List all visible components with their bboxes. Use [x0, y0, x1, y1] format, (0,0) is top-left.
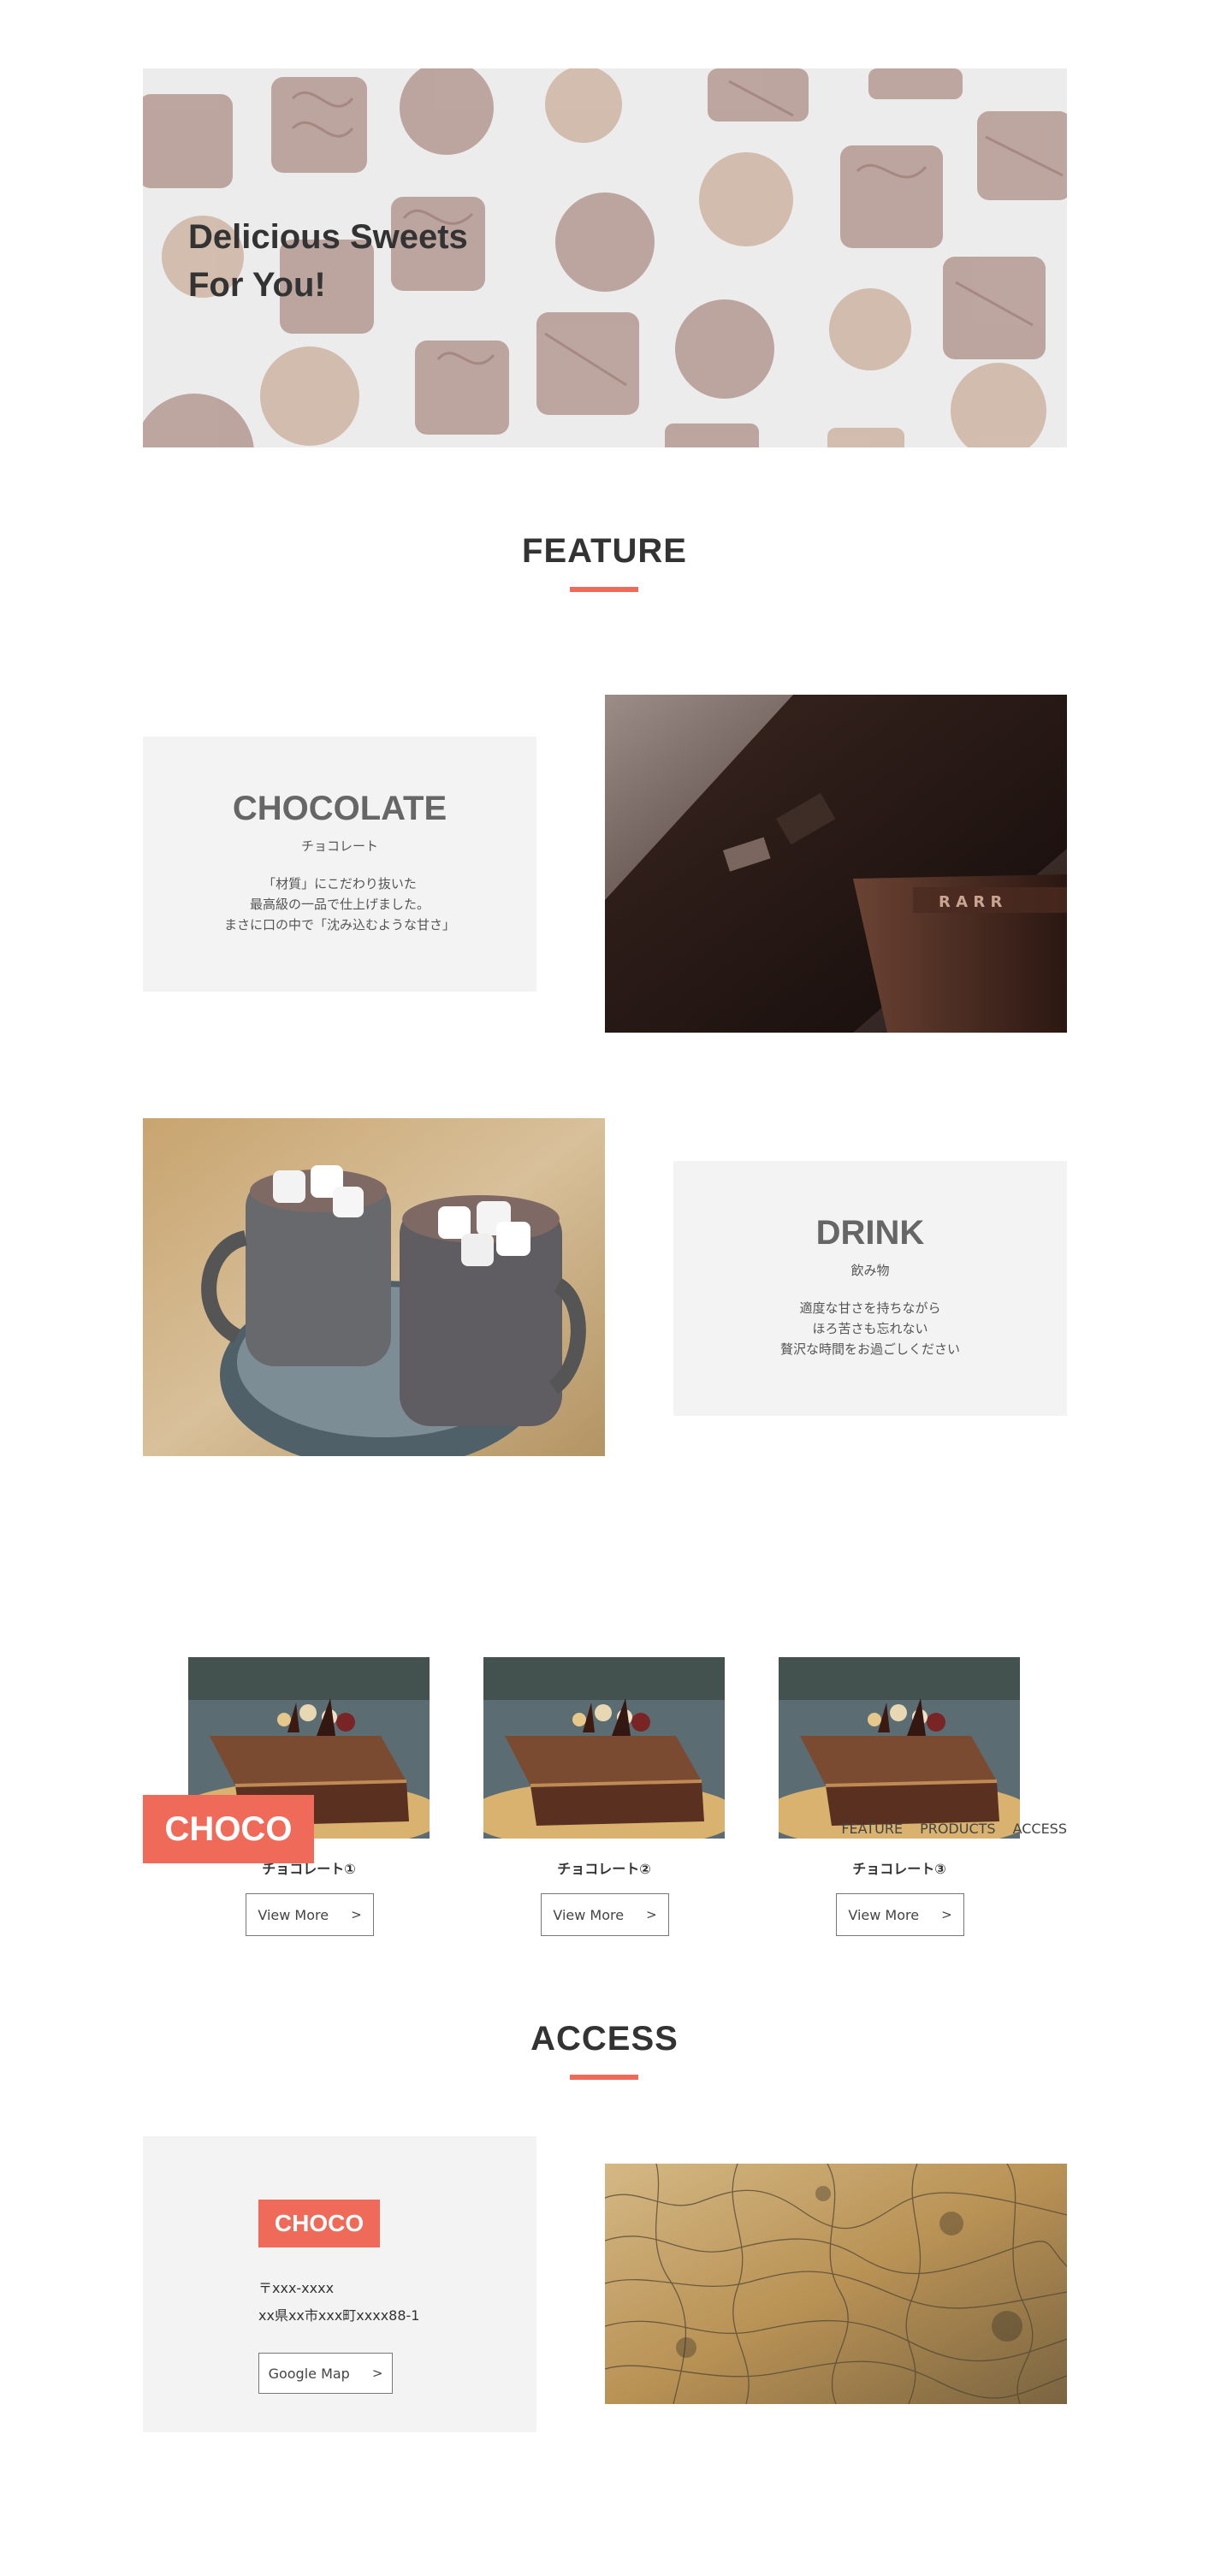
access-section-title: ACCESS [530, 2020, 679, 2058]
feature-section-title: FEATURE [522, 532, 687, 570]
view-more-button-1[interactable]: View More > [246, 1893, 374, 1936]
feature-card-drink: DRINK 飲み物 適度な甘さを持ちながら ほろ苦さも忘れない 贅沢な時間をお過… [673, 1161, 1067, 1416]
feature-title-underline [570, 587, 638, 592]
feature-subtitle-chocolate: チョコレート [300, 838, 378, 854]
hero-title: Delicious Sweets For You! [188, 218, 468, 304]
access-card: CHOCO 〒xxx-xxxx xx県xx市xxx町xxxx88-1 Googl… [143, 2136, 536, 2432]
chevron-right-icon: > [646, 1907, 657, 1922]
view-more-button-2[interactable]: View More > [541, 1893, 669, 1936]
product-cake-image [483, 1657, 725, 1839]
chevron-right-icon: > [941, 1907, 952, 1922]
product-name-2: チョコレート② [557, 1861, 651, 1877]
hero-banner: Delicious Sweets For You! [143, 68, 1067, 447]
google-map-label: Google Map [268, 2365, 350, 2382]
product-cake-image [779, 1657, 1020, 1839]
product-card-2: チョコレート② [483, 1657, 725, 1878]
svg-text:R A R R: R A R R [939, 893, 1002, 911]
access-logo: CHOCO [258, 2200, 380, 2247]
google-map-button[interactable]: Google Map > [258, 2353, 393, 2394]
header-nav: FEATURE PRODUCTS ACCESS [841, 1821, 1067, 1837]
feature-title-chocolate: CHOCOLATE [232, 790, 447, 827]
street-address: xx県xx市xxx町xxxx88-1 [258, 2307, 420, 2324]
chocolate-bar-image: R A R R [605, 695, 1067, 1033]
product-name-3: チョコレート③ [852, 1861, 946, 1877]
feature-description-chocolate: 「材質」にこだわり抜いた 最高級の一品で仕上げました。 まさに口の中で「沈み込む… [223, 876, 455, 933]
feature-description-drink: 適度な甘さを持ちながら ほろ苦さも忘れない 贅沢な時間をお過ごしください [779, 1300, 960, 1357]
product-card-3: チョコレート③ [779, 1657, 1020, 1878]
map-image [605, 2164, 1067, 2404]
feature-title-drink: DRINK [815, 1214, 925, 1252]
access-title-underline [570, 2075, 638, 2080]
view-more-label-2: View More [553, 1906, 625, 1923]
postal-code: 〒xxx-xxxx [258, 2280, 335, 2296]
feature-subtitle-drink: 飲み物 [850, 1263, 890, 1278]
chevron-right-icon: > [371, 2366, 383, 2381]
access-address: 〒xxx-xxxx xx県xx市xxx町xxxx88-1 [258, 2275, 419, 2330]
site-logo-badge[interactable]: CHOCO [143, 1795, 314, 1863]
chevron-right-icon: > [351, 1907, 362, 1922]
nav-access[interactable]: ACCESS [1013, 1821, 1067, 1837]
view-more-button-3[interactable]: View More > [836, 1893, 964, 1936]
view-more-label-3: View More [848, 1906, 920, 1923]
hot-cocoa-image [143, 1118, 605, 1456]
nav-products[interactable]: PRODUCTS [920, 1821, 996, 1837]
view-more-label-1: View More [258, 1906, 329, 1923]
feature-card-chocolate: CHOCOLATE チョコレート 「材質」にこだわり抜いた 最高級の一品で仕上げ… [143, 737, 536, 992]
nav-feature[interactable]: FEATURE [841, 1821, 903, 1837]
